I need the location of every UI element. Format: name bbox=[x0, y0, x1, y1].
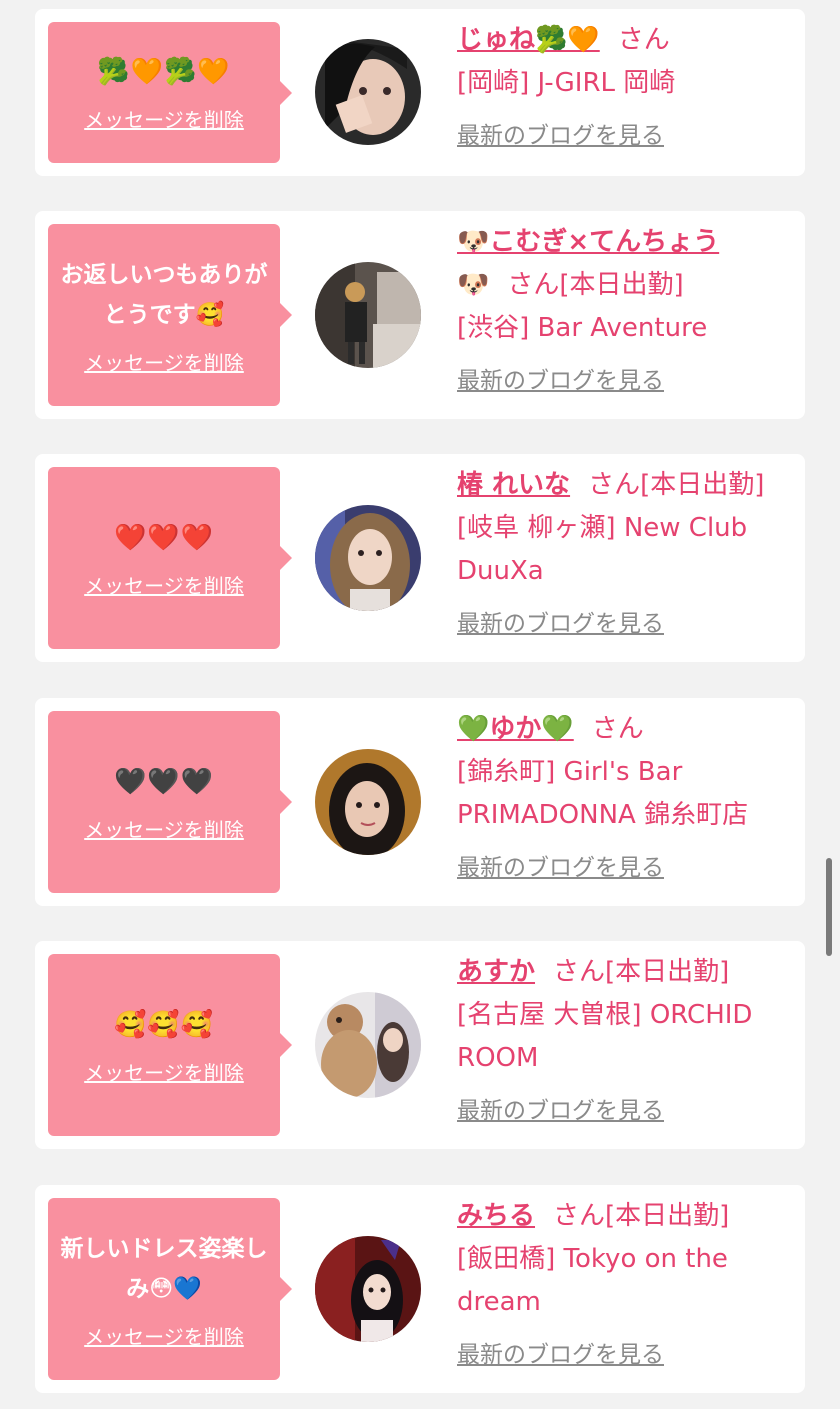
shop-name: [岡崎] J-GIRL 岡崎 bbox=[457, 68, 676, 98]
message-card: 🥦🧡🥦🧡 メッセージを削除 じゅね🥦🧡 さん [岡崎] J-GIRL 岡崎 最新の… bbox=[35, 9, 805, 176]
girl-info: みちる さん[本日出勤] [飯田橋] Tokyo on the dream 最新の… bbox=[457, 1195, 795, 1377]
girl-name-link[interactable]: 椿 れいな bbox=[457, 470, 570, 500]
message-card: 新しいドレス姿楽しみ😳💙 メッセージを削除 みちる さん[本日出勤] [飯田橋] … bbox=[35, 1185, 805, 1393]
message-text: 🖤🖤🖤 bbox=[113, 766, 215, 797]
shop-name: [渋谷] Bar Aventure bbox=[457, 313, 708, 343]
name-suffix: さん[本日出勤] bbox=[553, 1201, 730, 1231]
latest-blog-link[interactable]: 最新のブログを見る bbox=[457, 360, 664, 403]
girl-info: 💚ゆか💚 さん [錦糸町] Girl's Bar PRIMADONNA 錦糸町店 … bbox=[457, 708, 795, 890]
delete-message-link[interactable]: メッセージを削除 bbox=[84, 1057, 244, 1086]
name-line: 椿 れいな さん[本日出勤] bbox=[457, 464, 795, 507]
delete-message-link[interactable]: メッセージを削除 bbox=[84, 347, 244, 376]
girl-name-link[interactable]: みちる bbox=[457, 1201, 535, 1231]
delete-message-link[interactable]: メッセージを削除 bbox=[84, 104, 244, 133]
name-suffix: さん[本日出勤] bbox=[553, 957, 730, 987]
message-list: 🥦🧡🥦🧡 メッセージを削除 じゅね🥦🧡 さん [岡崎] J-GIRL 岡崎 最新の… bbox=[0, 0, 840, 1409]
avatar[interactable] bbox=[315, 749, 421, 855]
girl-name-link[interactable]: 🐶こむぎ×てんちょう bbox=[457, 227, 719, 257]
name-line: 🐶こむぎ×てんちょう bbox=[457, 221, 795, 264]
message-card: ❤️❤️❤️ メッセージを削除 椿 れいな さん[本日出勤] [岐阜 柳ヶ瀬] N… bbox=[35, 454, 805, 662]
name-suffix: さん[本日出勤] bbox=[507, 270, 684, 300]
avatar[interactable] bbox=[315, 992, 421, 1098]
shop-name: [名古屋 大曽根] ORCHID ROOM bbox=[457, 1000, 753, 1073]
message-text: ❤️❤️❤️ bbox=[113, 522, 215, 553]
scrollbar[interactable] bbox=[826, 858, 832, 956]
latest-blog-link[interactable]: 最新のブログを見る bbox=[457, 847, 664, 890]
message-card: お返しいつもありがとうです🥰 メッセージを削除 🐶こむぎ×てんちょう 🐶 さん[本… bbox=[35, 211, 805, 419]
avatar[interactable] bbox=[315, 1236, 421, 1342]
name-line: じゅね🥦🧡 さん bbox=[457, 19, 795, 62]
name-line: あすか さん[本日出勤] bbox=[457, 951, 795, 994]
name-suffix: さん[本日出勤] bbox=[588, 470, 765, 500]
latest-blog-link[interactable]: 最新のブログを見る bbox=[457, 1334, 664, 1377]
name-continuation: 🐶 bbox=[457, 270, 490, 300]
message-bubble: 新しいドレス姿楽しみ😳💙 メッセージを削除 bbox=[48, 1198, 292, 1380]
message-bubble: 🖤🖤🖤 メッセージを削除 bbox=[48, 711, 292, 893]
avatar[interactable] bbox=[315, 39, 421, 145]
girl-info: じゅね🥦🧡 さん [岡崎] J-GIRL 岡崎 最新のブログを見る bbox=[457, 19, 795, 158]
girl-name-link[interactable]: 💚ゆか💚 bbox=[457, 714, 574, 744]
delete-message-link[interactable]: メッセージを削除 bbox=[84, 1321, 244, 1350]
message-bubble: ❤️❤️❤️ メッセージを削除 bbox=[48, 467, 292, 649]
girl-info: あすか さん[本日出勤] [名古屋 大曽根] ORCHID ROOM 最新のブログ… bbox=[457, 951, 795, 1133]
name-line: みちる さん[本日出勤] bbox=[457, 1195, 795, 1238]
message-bubble: 🥰🥰🥰 メッセージを削除 bbox=[48, 954, 292, 1136]
message-text: 🥦🧡🥦🧡 bbox=[97, 57, 231, 87]
latest-blog-link[interactable]: 最新のブログを見る bbox=[457, 115, 664, 158]
message-text: お返しいつもありがとうです🥰 bbox=[60, 261, 268, 328]
delete-message-link[interactable]: メッセージを削除 bbox=[84, 570, 244, 599]
message-text: 新しいドレス姿楽しみ😳💙 bbox=[60, 1235, 268, 1302]
name-line-cont: 🐶 さん[本日出勤] bbox=[457, 264, 795, 307]
delete-message-link[interactable]: メッセージを削除 bbox=[84, 814, 244, 843]
avatar[interactable] bbox=[315, 505, 421, 611]
message-bubble: お返しいつもありがとうです🥰 メッセージを削除 bbox=[48, 224, 292, 406]
latest-blog-link[interactable]: 最新のブログを見る bbox=[457, 603, 664, 646]
message-text: 🥰🥰🥰 bbox=[113, 1009, 215, 1040]
shop-name: [岐阜 柳ヶ瀬] New Club DuuXa bbox=[457, 513, 748, 586]
message-bubble: 🥦🧡🥦🧡 メッセージを削除 bbox=[48, 22, 292, 163]
name-suffix: さん bbox=[617, 25, 670, 55]
shop-name: [錦糸町] Girl's Bar PRIMADONNA 錦糸町店 bbox=[457, 757, 749, 830]
girl-info: 椿 れいな さん[本日出勤] [岐阜 柳ヶ瀬] New Club DuuXa 最新… bbox=[457, 464, 795, 646]
girl-info: 🐶こむぎ×てんちょう 🐶 さん[本日出勤] [渋谷] Bar Aventure 最… bbox=[457, 221, 795, 403]
latest-blog-link[interactable]: 最新のブログを見る bbox=[457, 1090, 664, 1133]
shop-name: [飯田橋] Tokyo on the dream bbox=[457, 1244, 728, 1317]
name-suffix: さん bbox=[591, 714, 644, 744]
name-line: 💚ゆか💚 さん bbox=[457, 708, 795, 751]
girl-name-link[interactable]: じゅね🥦🧡 bbox=[457, 25, 600, 55]
message-card: 🥰🥰🥰 メッセージを削除 あすか さん[本日出勤] [名古屋 大曽根] ORCHI… bbox=[35, 941, 805, 1149]
message-card: 🖤🖤🖤 メッセージを削除 💚ゆか💚 さん [錦糸町] Girl's Bar PRI… bbox=[35, 698, 805, 906]
avatar[interactable] bbox=[315, 262, 421, 368]
girl-name-link[interactable]: あすか bbox=[457, 957, 535, 987]
